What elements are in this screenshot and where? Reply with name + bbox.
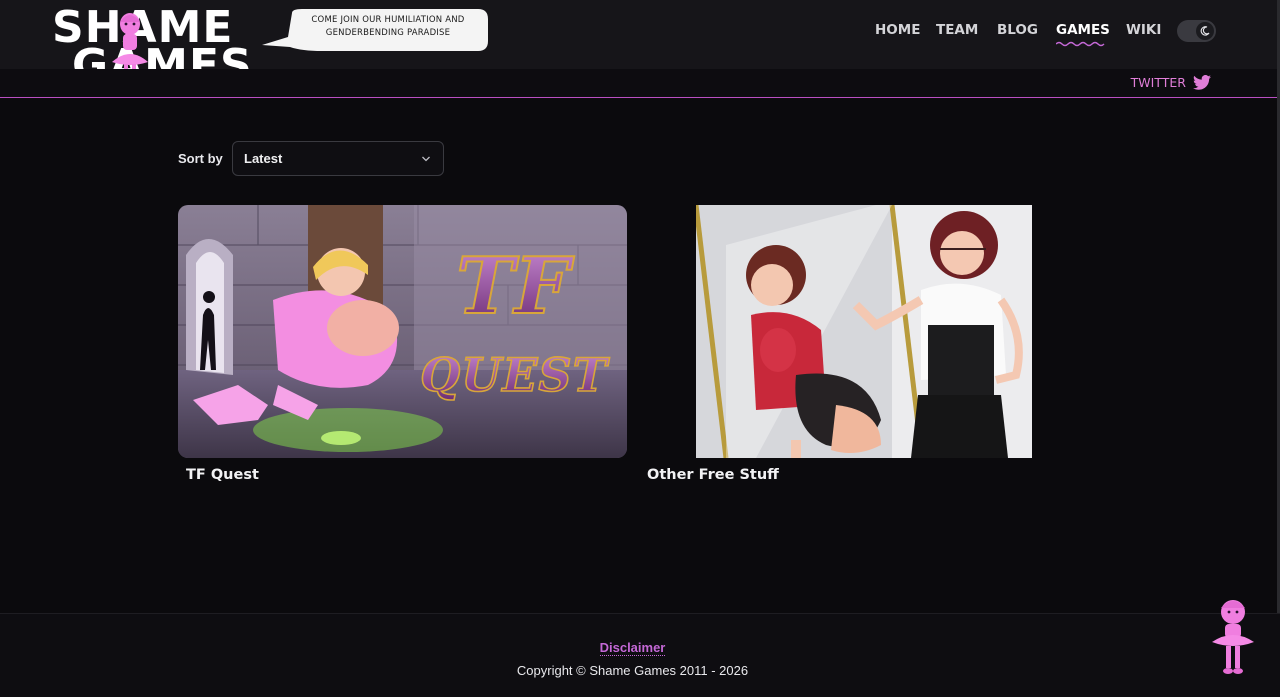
twitter-bird-icon bbox=[1193, 75, 1211, 90]
toggle-knob bbox=[1196, 22, 1214, 40]
floating-mascot-icon[interactable] bbox=[1208, 598, 1258, 678]
chevron-down-icon bbox=[422, 156, 430, 162]
twitter-link[interactable]: TWITTER bbox=[1131, 75, 1211, 90]
nav-games[interactable]: GAMES bbox=[1056, 22, 1110, 47]
twitter-label: TWITTER bbox=[1130, 75, 1186, 90]
copyright-text: Copyright © Shame Games 2011 - 2026 bbox=[516, 663, 749, 678]
sort-select[interactable]: Latest bbox=[232, 141, 444, 176]
disclaimer-label: Disclaimer bbox=[599, 640, 666, 656]
sort-selected-value: Latest bbox=[244, 151, 283, 166]
sort-label: Sort by bbox=[178, 151, 223, 166]
moon-icon bbox=[1200, 26, 1210, 36]
game-title-tf-quest[interactable]: TF Quest bbox=[186, 467, 259, 483]
game-card-other-free-stuff[interactable]: Other Free Stuff bbox=[647, 205, 1032, 490]
site-footer: Disclaimer Copyright © Shame Games 2011 … bbox=[0, 613, 1280, 697]
tf-quest-art-title-tf: TF bbox=[456, 241, 574, 332]
tf-quest-art-title-quest: QUEST bbox=[420, 348, 610, 402]
nav-team[interactable]: TEAM bbox=[936, 22, 978, 38]
nav-games-label: GAMES bbox=[1056, 22, 1110, 38]
game-card-tf-quest[interactable]: TF QUEST TF Quest bbox=[178, 205, 627, 490]
tagline-speech-bubble: Come join our humiliation and genderbend… bbox=[262, 7, 492, 55]
nav-wiki[interactable]: WIKI bbox=[1126, 22, 1161, 38]
theme-toggle[interactable] bbox=[1177, 20, 1216, 42]
social-bar: TWITTER bbox=[0, 69, 1277, 98]
game-title-other-free-stuff[interactable]: Other Free Stuff bbox=[647, 467, 779, 483]
disclaimer-link[interactable]: Disclaimer bbox=[0, 640, 1265, 656]
tagline-text: Come join our humiliation and genderbend… bbox=[311, 15, 465, 38]
game-thumbnail-tf-quest[interactable]: TF QUEST bbox=[178, 205, 627, 458]
nav-home[interactable]: HOME bbox=[875, 22, 920, 38]
site-header: SHAME GAMES Come join our humiliation an… bbox=[0, 0, 1280, 88]
active-underline-squiggle-icon bbox=[1056, 41, 1105, 47]
nav-blog[interactable]: BLOG bbox=[997, 22, 1038, 38]
game-thumbnail-other-free-stuff[interactable] bbox=[696, 205, 1032, 458]
